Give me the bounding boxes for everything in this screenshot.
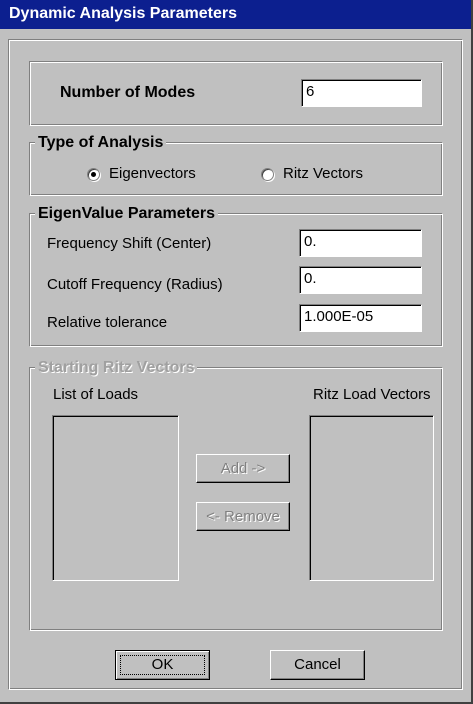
eigenvectors-radio[interactable] xyxy=(87,168,100,181)
cancel-button[interactable]: Cancel xyxy=(270,650,365,680)
dialog-window: Dynamic Analysis Parameters Number of Mo… xyxy=(0,0,473,704)
ritz-vectors-label[interactable]: Ritz Vectors xyxy=(283,165,363,183)
frequency-shift-input[interactable]: 0. xyxy=(299,229,422,257)
ritz-load-vectors-label: Ritz Load Vectors xyxy=(313,386,431,403)
remove-button-label: <- Remove xyxy=(206,508,280,525)
window-title: Dynamic Analysis Parameters xyxy=(9,5,237,22)
cutoff-frequency-label: Cutoff Frequency (Radius) xyxy=(47,276,223,293)
relative-tolerance-input[interactable]: 1.000E-05 xyxy=(299,304,422,332)
add-button[interactable]: Add -> xyxy=(196,454,290,483)
modes-input[interactable]: 6 xyxy=(301,79,422,107)
radio-selected-dot xyxy=(91,172,96,177)
ok-button-label: OK xyxy=(151,656,174,673)
add-button-label: Add -> xyxy=(220,460,266,477)
ritz-vectors-radio[interactable] xyxy=(261,168,274,181)
ritz-load-vectors-listbox[interactable] xyxy=(309,415,434,581)
modes-label: Number of Modes xyxy=(60,84,196,101)
ok-button[interactable]: OK xyxy=(115,650,210,680)
eigenvectors-label[interactable]: Eigenvectors xyxy=(109,165,196,183)
title-bar[interactable]: Dynamic Analysis Parameters xyxy=(0,0,471,29)
ritz-vectors-group-label: Starting Ritz Vectors xyxy=(35,359,198,377)
frequency-shift-label: Frequency Shift (Center) xyxy=(47,235,212,252)
cutoff-frequency-input[interactable]: 0. xyxy=(299,266,422,294)
cancel-button-label: Cancel xyxy=(294,656,341,673)
analysis-type-label: Type of Analysis xyxy=(35,134,167,152)
relative-tolerance-label: Relative tolerance xyxy=(47,314,168,331)
list-of-loads-label: List of Loads xyxy=(53,386,139,403)
list-of-loads-listbox[interactable] xyxy=(52,415,179,581)
eigen-parameters-label: EigenValue Parameters xyxy=(35,205,218,223)
remove-button[interactable]: <- Remove xyxy=(196,502,290,531)
